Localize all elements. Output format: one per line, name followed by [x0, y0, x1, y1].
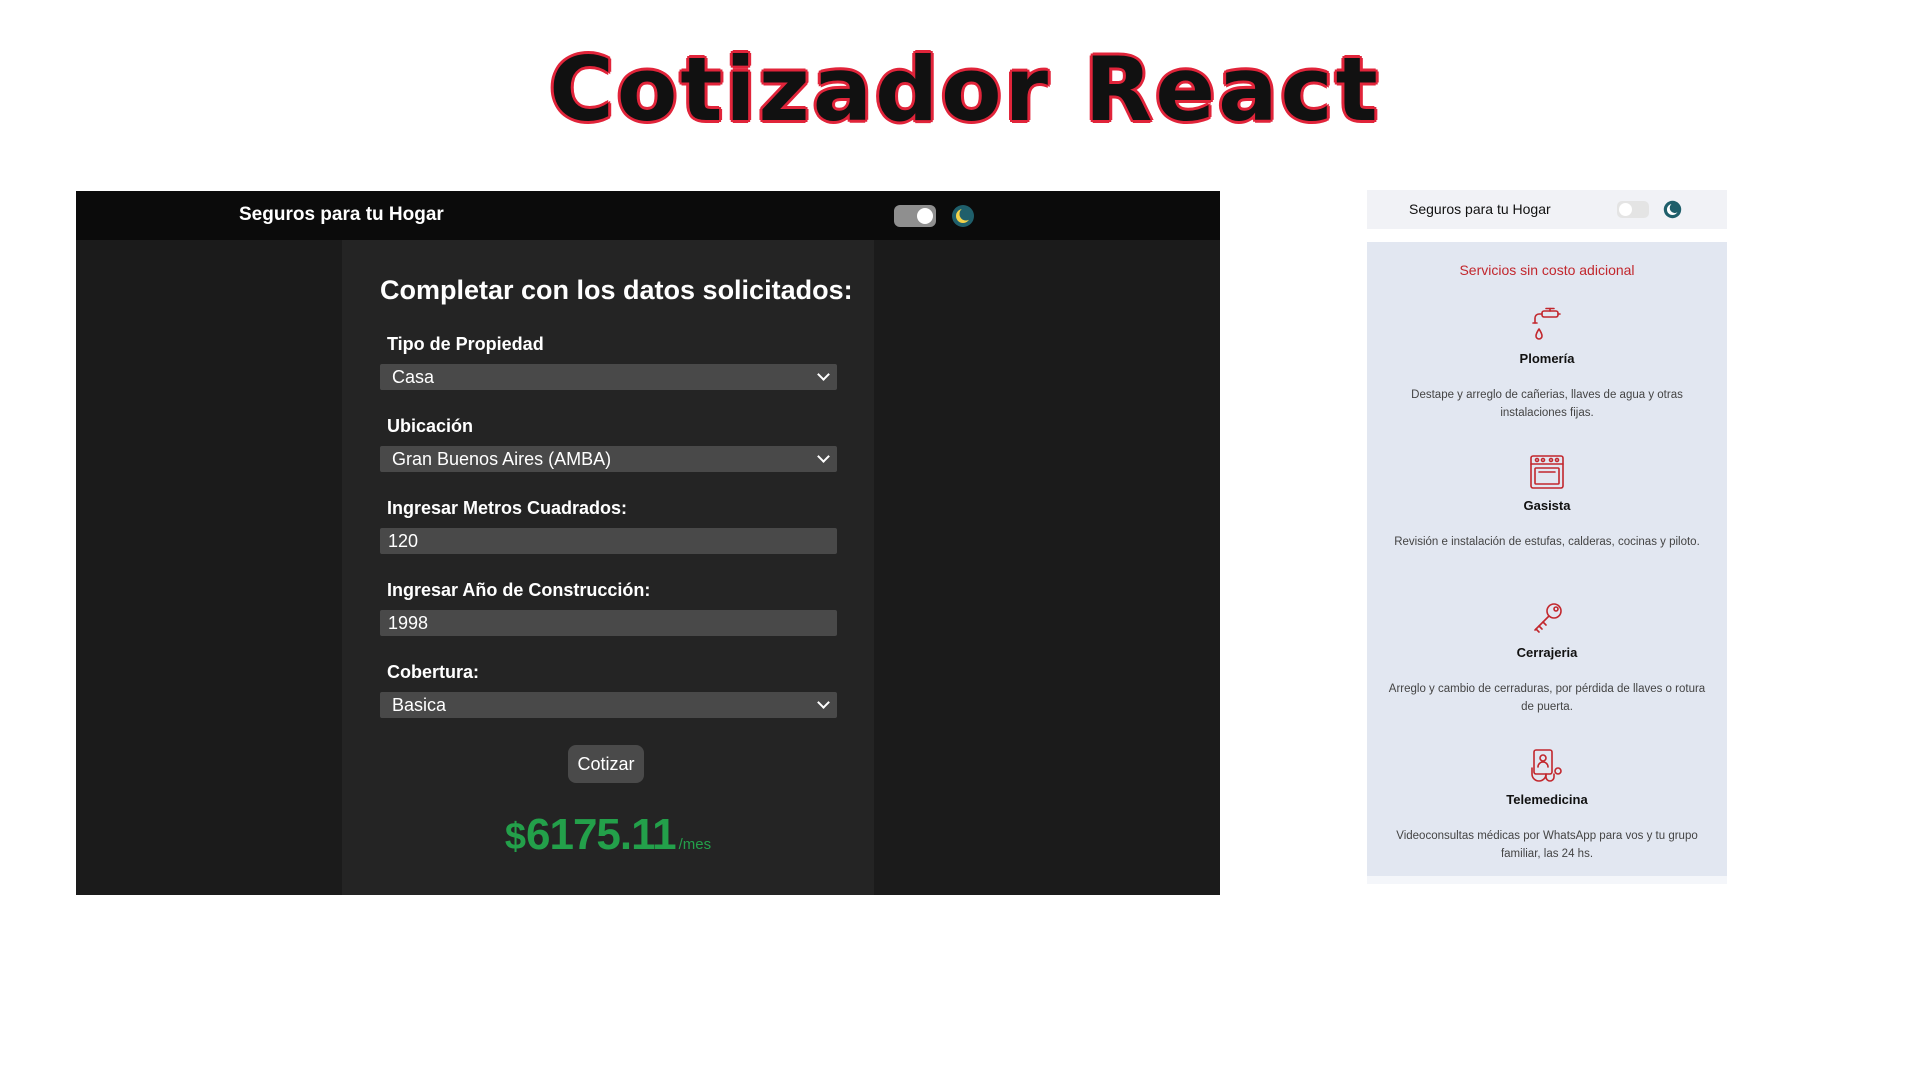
construction-year-value: 1998: [388, 613, 429, 633]
result-amount: 6175.11: [526, 810, 677, 859]
property-type-label: Tipo de Propiedad: [387, 334, 544, 354]
coverage-label: Cobertura:: [387, 662, 480, 682]
service-name: Cerrajeria: [1516, 645, 1578, 660]
oven-icon: [1530, 455, 1564, 489]
service-description: Videoconsultas médicas por WhatsApp para…: [1396, 830, 1698, 860]
services-title: Servicios sin costo adicional: [1459, 262, 1635, 278]
square-meters-value: 120: [388, 531, 419, 551]
service-name: Telemedicina: [1506, 792, 1588, 807]
quote-result: $6175.11/mes: [342, 810, 874, 860]
service-description: Revisión e instalación de estufas, calde…: [1394, 536, 1700, 548]
square-meters-input[interactable]: 120: [380, 528, 837, 554]
coverage-value: Basica: [392, 695, 447, 715]
coverage-select[interactable]: Basica: [380, 692, 837, 718]
light-navbar: Seguros para tu Hogar: [1367, 190, 1727, 229]
chevron-down-icon: [817, 696, 830, 709]
construction-year-input[interactable]: 1998: [380, 610, 837, 636]
panel-footer-strip: [1367, 876, 1727, 884]
chevron-down-icon: [817, 368, 830, 381]
page-title: Cotizador React: [549, 38, 1381, 141]
quote-form: Completar con los datos solicitados: Tip…: [342, 240, 874, 895]
service-name: Plomería: [1519, 351, 1575, 366]
property-type-select[interactable]: Casa: [380, 364, 837, 390]
theme-toggle[interactable]: [1617, 201, 1649, 218]
result-period: /mes: [678, 836, 712, 853]
property-type-value: Casa: [392, 367, 435, 387]
location-label: Ubicación: [387, 416, 474, 436]
navbar: Seguros para tu Hogar: [76, 191, 1220, 240]
faucet-icon: [1532, 307, 1561, 340]
form-title: Completar con los datos solicitados:: [380, 275, 853, 305]
theme-toggle[interactable]: [894, 205, 936, 227]
navbar-brand[interactable]: Seguros para tu Hogar: [239, 204, 444, 226]
cotizar-button[interactable]: Cotizar: [568, 745, 644, 783]
moon-icon[interactable]: [951, 204, 975, 228]
service-description: Destape y arreglo de cañerias, llaves de…: [1411, 389, 1683, 419]
navbar-brand[interactable]: Seguros para tu Hogar: [1409, 201, 1551, 217]
result-currency: $: [504, 816, 526, 858]
chevron-down-icon: [817, 450, 830, 463]
dark-app-screenshot: Seguros para tu Hogar Completar con los …: [76, 191, 1220, 895]
construction-year-label: Ingresar Año de Construcción:: [387, 580, 651, 600]
key-icon: [1534, 603, 1562, 633]
location-value: Gran Buenos Aires (AMBA): [392, 449, 612, 469]
telemedicine-icon: [1531, 749, 1562, 782]
service-name: Gasista: [1523, 498, 1571, 513]
toggle-knob: [917, 208, 933, 224]
location-select[interactable]: Gran Buenos Aires (AMBA): [380, 446, 837, 472]
services-panel: Servicios sin costo adicional Plomería D…: [1367, 242, 1727, 884]
square-meters-label: Ingresar Metros Cuadrados:: [387, 498, 628, 518]
toggle-knob: [1619, 203, 1632, 216]
moon-icon[interactable]: [1663, 200, 1682, 219]
service-description: Arreglo y cambio de cerraduras, por pérd…: [1388, 683, 1706, 713]
